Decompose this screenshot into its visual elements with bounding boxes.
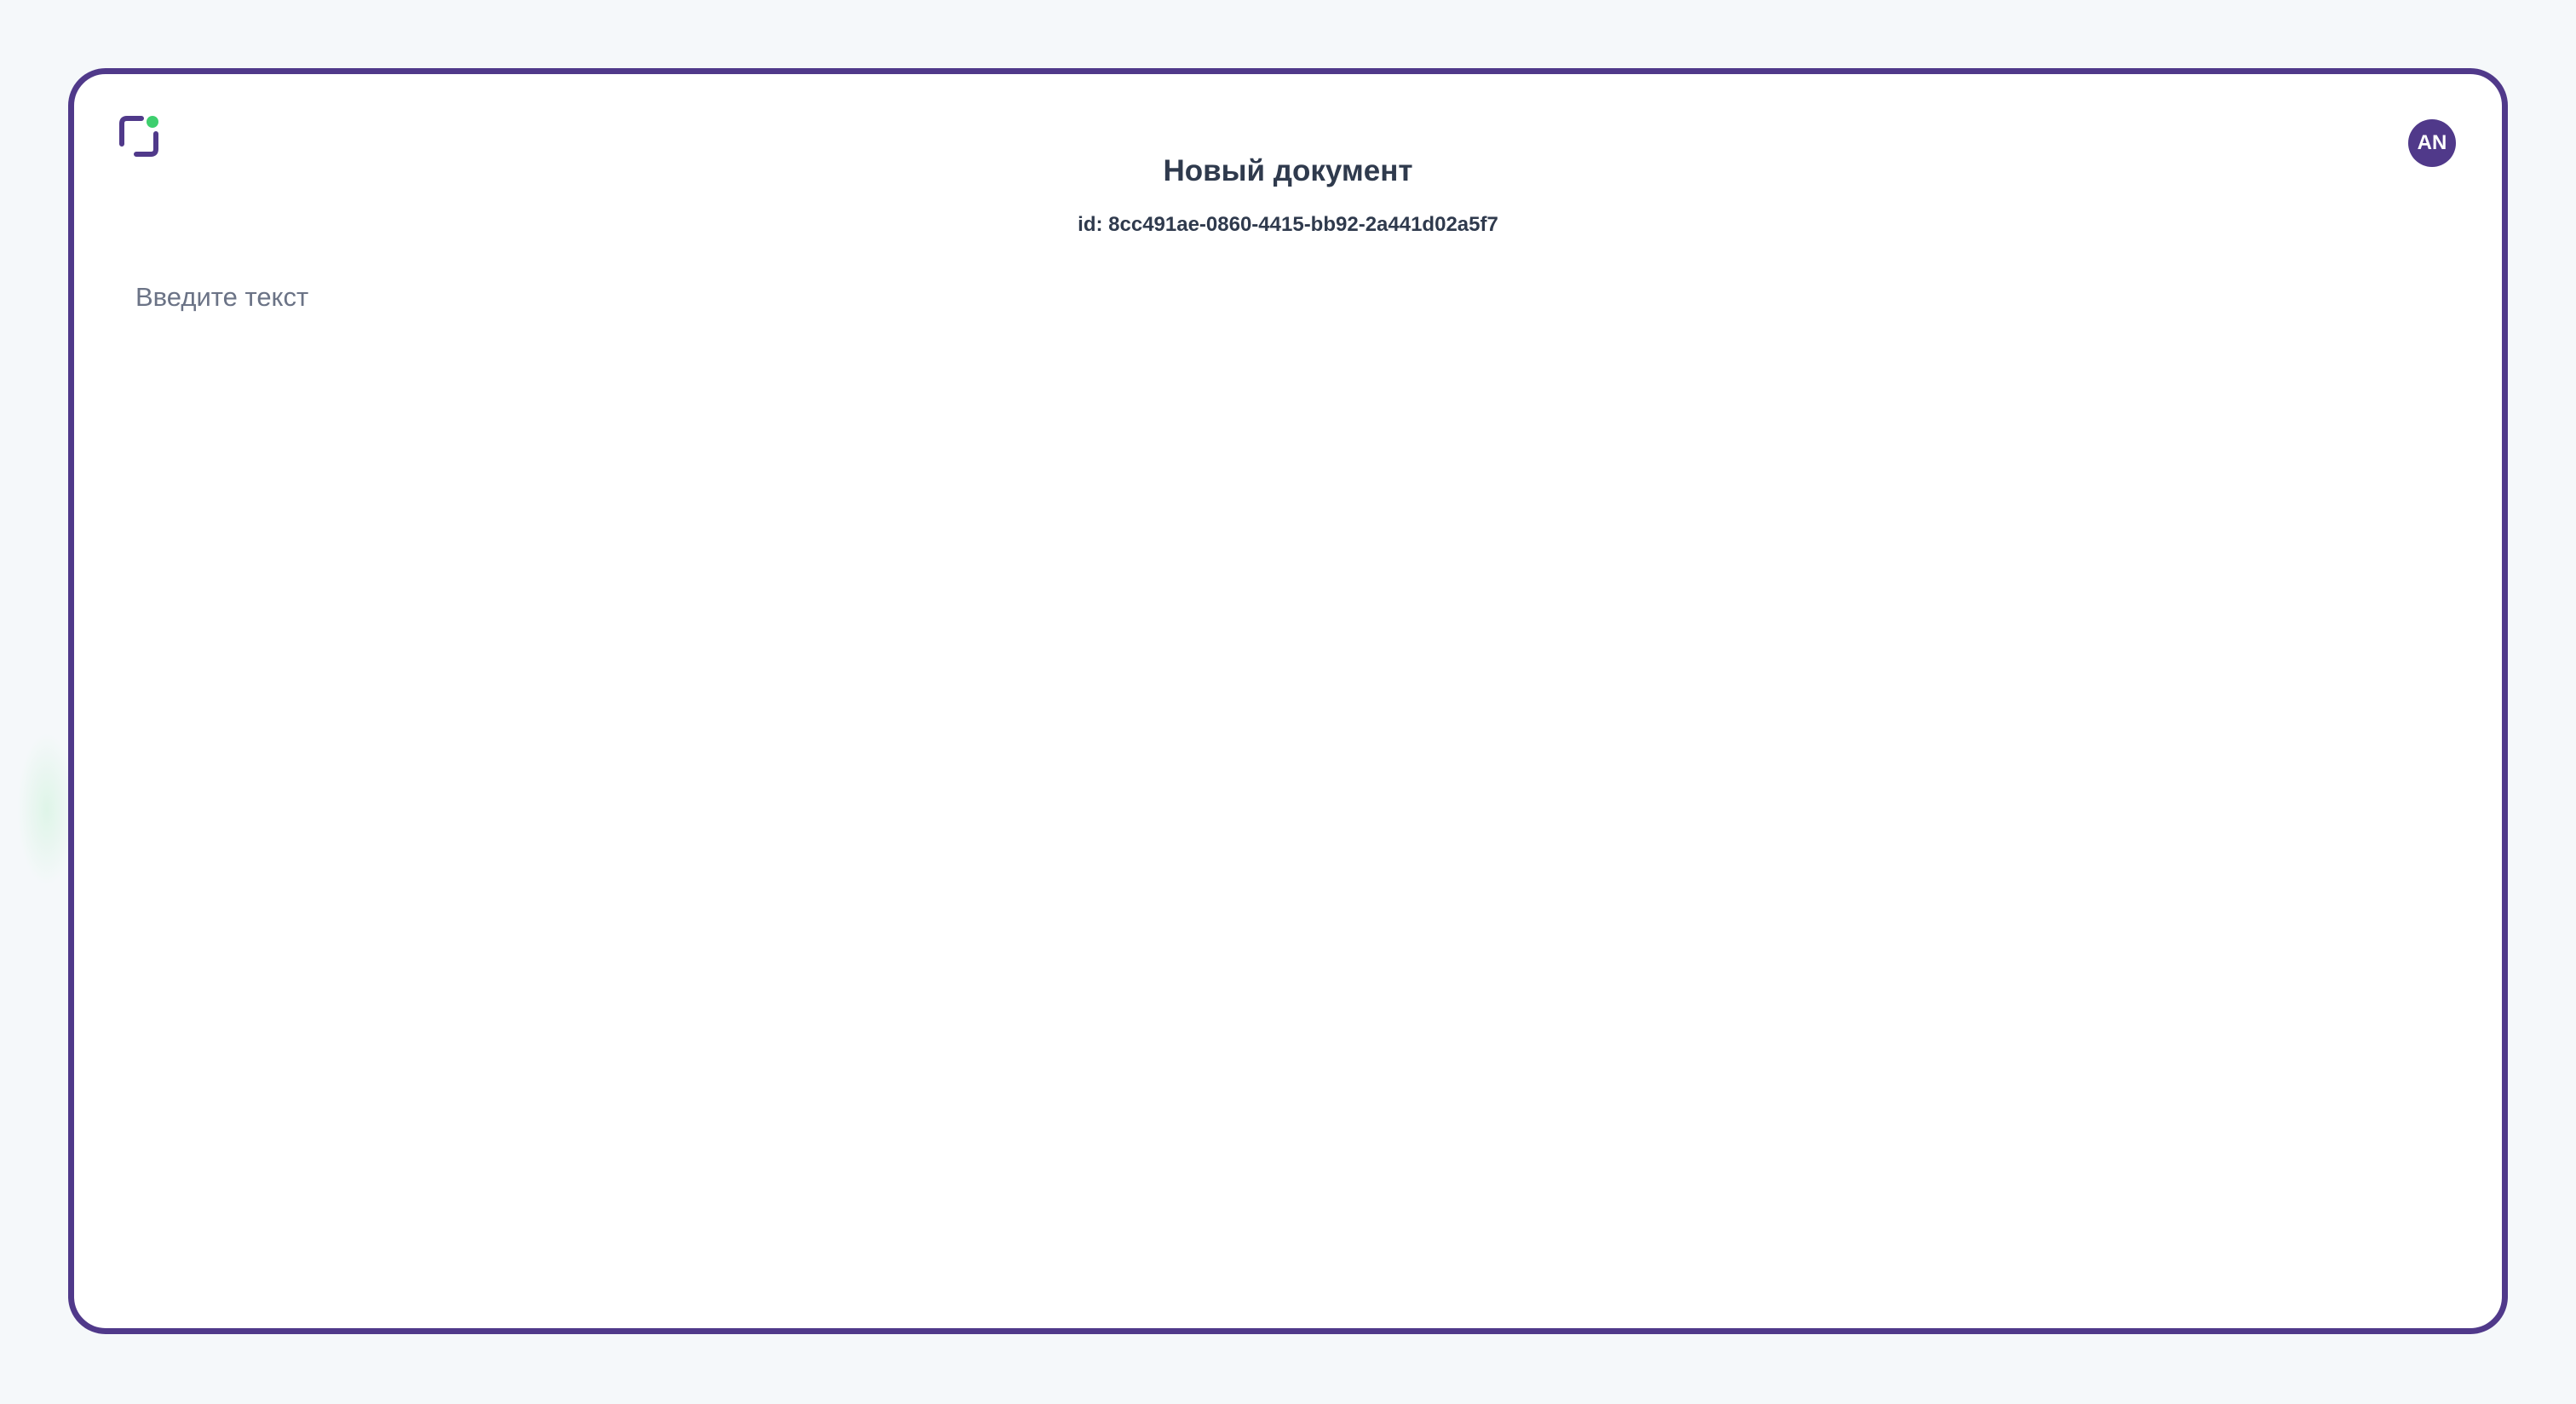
editor-card: AN Новый документ id: 8cc491ae-0860-4415… bbox=[68, 68, 2508, 1334]
document-id: id: 8cc491ae-0860-4415-bb92-2a441d02a5f7 bbox=[1078, 213, 1498, 236]
document-text-input[interactable] bbox=[135, 279, 2435, 1258]
document-title[interactable]: Новый документ bbox=[74, 154, 2502, 188]
app-logo-icon[interactable] bbox=[118, 115, 161, 158]
